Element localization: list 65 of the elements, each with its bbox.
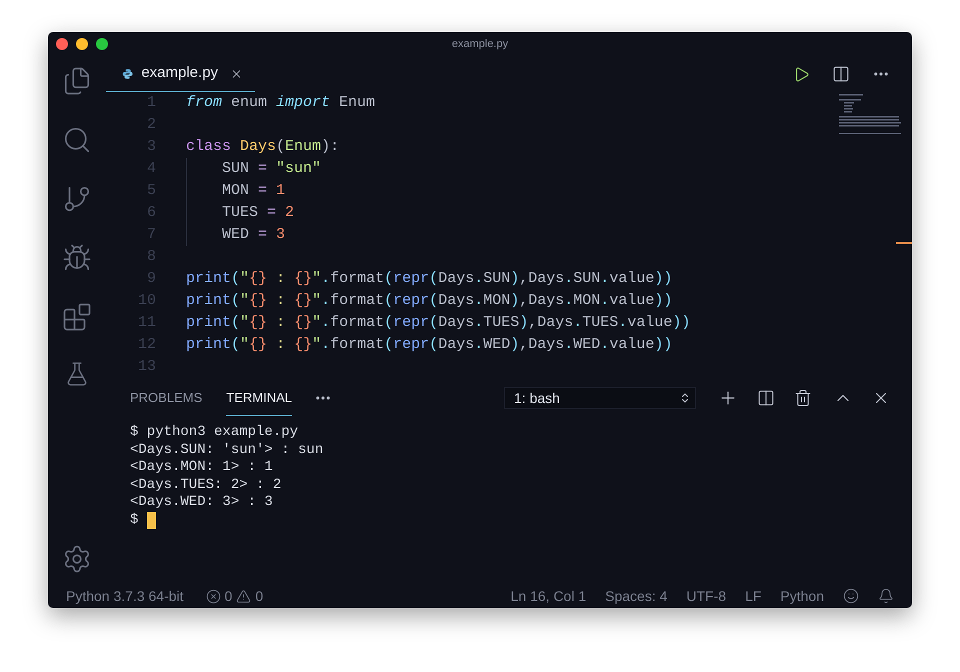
terminal-line: <Days.SUN: 'sun'> : sun [130, 442, 324, 459]
warning-icon [236, 588, 252, 604]
code-line: print("{} : {}".format(repr(Days.SUN),Days.SUN.value)) [186, 269, 672, 289]
line-number: 4 [146, 158, 156, 179]
terminal-select[interactable]: 1: bash [504, 387, 696, 409]
terminal-line: <Days.WED: 3> : 3 [130, 494, 273, 512]
bug-icon[interactable] [62, 243, 92, 273]
search-icon[interactable] [62, 125, 92, 155]
smiley-icon[interactable] [843, 588, 859, 604]
code-line: print("{} : {}".format(repr(Days.WED),Days.WED.value)) [186, 335, 672, 355]
branch-icon[interactable] [62, 184, 92, 214]
settings-icon[interactable] [62, 544, 92, 574]
close-window-button[interactable] [56, 38, 68, 50]
files-icon[interactable] [62, 66, 92, 96]
terminal-cursor [147, 512, 156, 529]
code-line: print("{} : {}".format(repr(Days.MON),Days.MON.value)) [186, 291, 672, 311]
editor-tab[interactable]: example.py [106, 56, 255, 92]
error-count[interactable]: 0 [224, 586, 232, 606]
terminal-line: $ python3 example.py [130, 424, 298, 442]
scroll-marker [896, 242, 912, 244]
run-icon[interactable] [793, 66, 810, 82]
code-line: TUES = 2 [222, 203, 294, 223]
line-number: 1 [146, 92, 156, 113]
python-icon [122, 66, 134, 80]
status-item[interactable]: Spaces: 4 [605, 586, 668, 606]
interpreter-status[interactable]: Python 3.7.3 64-bit [66, 586, 184, 606]
status-item[interactable]: UTF-8 [686, 586, 726, 606]
warning-count[interactable]: 0 [255, 586, 264, 606]
terminal-line: <Days.TUES: 2> : 2 [130, 476, 282, 494]
line-number: 11 [136, 312, 156, 333]
error-icon [206, 588, 221, 604]
line-number: 7 [146, 224, 156, 245]
line-number: 12 [136, 334, 156, 355]
window-title: example.py [452, 36, 510, 52]
line-number: 8 [146, 246, 156, 267]
line-number: 2 [146, 114, 156, 135]
minimize-window-button[interactable] [76, 38, 88, 50]
code-line: class Days(Enum): [186, 137, 340, 157]
terminal-line: <Days.MON: 1> : 1 [130, 459, 273, 476]
panel-tab[interactable]: PROBLEMS [130, 380, 202, 416]
tab-label: example.py [141, 63, 218, 84]
bell-icon[interactable] [878, 588, 894, 604]
split-editor-icon[interactable] [832, 65, 850, 83]
code-line: print("{} : {}".format(repr(Days.TUES),Days.TUES.value)) [186, 313, 690, 333]
panel-tab[interactable]: TERMINAL [226, 380, 292, 416]
code-line: SUN = "sun" [222, 159, 322, 179]
code-line: WED = 3 [222, 225, 286, 245]
line-number: 6 [146, 202, 156, 223]
split-icon[interactable] [757, 389, 775, 407]
line-number: 9 [146, 268, 156, 289]
line-number: 5 [146, 180, 156, 201]
chevrons-icon [679, 392, 691, 404]
line-number: 3 [146, 136, 156, 157]
line-number: 10 [136, 290, 156, 311]
trash-icon[interactable] [794, 389, 812, 407]
maximize-window-button[interactable] [96, 38, 108, 50]
status-item[interactable]: Python [780, 586, 824, 606]
status-item[interactable]: LF [745, 586, 762, 606]
code-line: MON = 1 [222, 181, 286, 201]
terminal-prompt: $ [130, 512, 138, 529]
line-number: 13 [136, 356, 156, 377]
minimap-drawing [839, 94, 901, 136]
code-line: from enum import Enum [186, 93, 376, 113]
status-item[interactable]: Ln 16, Col 1 [510, 586, 586, 606]
blocks-icon[interactable] [62, 302, 92, 332]
